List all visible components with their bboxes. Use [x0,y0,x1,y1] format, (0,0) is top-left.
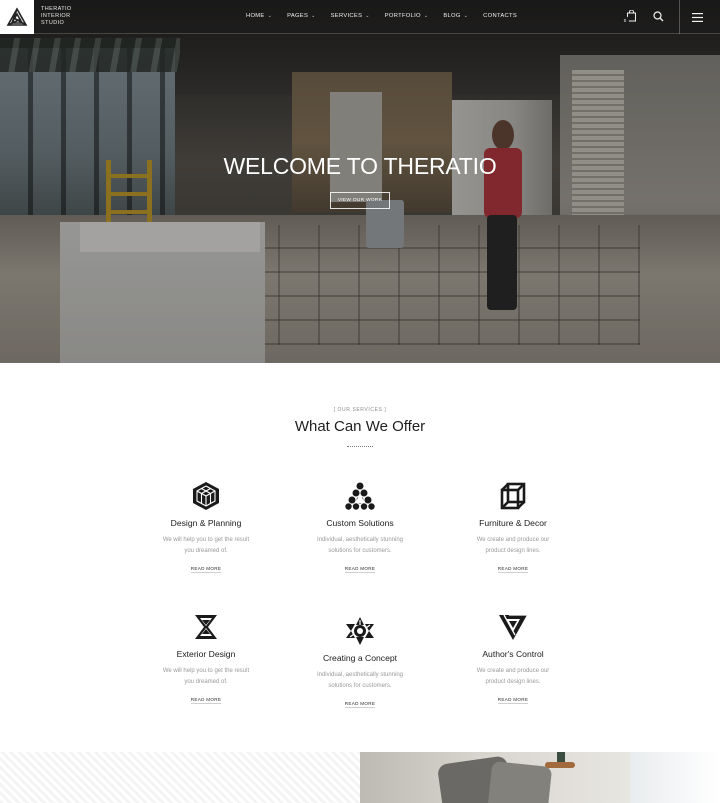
description-line: We will help you to get the result [162,668,250,674]
star-knot-icon [345,616,375,646]
service-card-design-planning: Design & Planning We will help you to ge… [136,481,276,575]
service-name: Author's Control [482,649,544,659]
site-header: THERATIO INTERIOR STUDIO HOME ⌄ PAGES ⌄ … [0,0,720,34]
header-icons: 0 [621,9,665,24]
logo[interactable] [0,0,34,34]
service-name: Design & Planning [170,518,242,528]
triangle-spheres-icon [345,481,375,511]
read-more-link[interactable]: READ MORE [344,701,376,708]
service-description: We create and produce our product design… [443,666,583,688]
photo-pillow [487,760,553,803]
interior-photo [360,752,630,803]
cart-count-badge: 0 [621,16,629,24]
service-name: Furniture & Decor [479,518,547,528]
main-nav: HOME ⌄ PAGES ⌄ SERVICES ⌄ PORTFOLIO ⌄ BL… [246,13,517,19]
hourglass-icon [191,612,221,642]
nav-item-portfolio[interactable]: PORTFOLIO ⌄ [385,13,429,19]
service-description: Individual, aesthetically stunning solut… [290,535,430,557]
service-card-creating-concept: Creating a Concept Individual, aesthetic… [290,616,430,710]
read-more-link[interactable]: READ MORE [344,566,376,573]
read-more-link[interactable]: READ MORE [190,697,222,704]
hero-banner [0,0,720,363]
description-line: you dreamed of. [184,679,228,685]
hero-title: WELCOME TO THERATIO [223,153,497,179]
view-our-work-button[interactable]: VIEW OUR WORK [330,192,390,209]
section-title: What Can We Offer [294,418,426,435]
search-icon [652,10,663,21]
section-kicker: [ OUR SERVICES ] [333,407,387,413]
nav-item-pages[interactable]: PAGES ⌄ [287,13,316,19]
service-card-custom-solutions: Custom Solutions Individual, aesthetical… [290,481,430,575]
service-name: Exterior Design [176,649,236,659]
chevron-down-icon: ⌄ [365,13,370,19]
photo-side-table [545,762,575,768]
description-line: product design lines. [485,548,541,554]
description-line: product design lines. [485,679,541,685]
nav-label: SERVICES [330,13,363,19]
logo-line-3: STUDIO [41,20,65,26]
nav-item-home[interactable]: HOME ⌄ [246,13,272,19]
description-line: Individual, aesthetically stunning [316,537,404,543]
service-description: We will help you to get the result you d… [136,666,276,688]
service-card-furniture-decor: Furniture & Decor We create and produce … [443,481,583,575]
triangle-knot-icon [498,612,528,642]
description-line: We will help you to get the result [162,537,250,543]
service-description: We create and produce our product design… [443,535,583,557]
description-line: you dreamed of. [184,548,228,554]
logo-text: THERATIO INTERIOR STUDIO [41,6,72,27]
read-more-link[interactable]: READ MORE [497,697,529,704]
chevron-down-icon: ⌄ [423,13,429,19]
nav-label: PORTFOLIO [384,13,421,19]
read-more-link[interactable]: READ MORE [190,566,222,573]
nav-label: HOME [246,13,265,19]
wire-cube-icon [498,481,528,511]
cube-grid-icon [191,481,221,511]
window-light-panel [630,752,720,803]
nav-label: CONTACTS [483,13,518,19]
description-line: solutions for customers. [328,683,392,689]
description-line: We create and produce our [476,537,550,543]
description-line: solutions for customers. [328,548,392,554]
chevron-down-icon: ⌄ [463,13,469,19]
service-name: Creating a Concept [322,653,398,663]
nav-label: PAGES [287,13,309,19]
logo-line-2: INTERIOR [41,13,71,19]
read-more-link[interactable]: READ MORE [497,566,529,573]
nav-item-contacts[interactable]: CONTACTS [483,13,517,19]
pattern-panel [0,752,360,803]
description-line: Individual, aesthetically stunning [316,672,404,678]
search-button[interactable] [651,9,665,23]
service-description: Individual, aesthetically stunning solut… [290,670,430,692]
title-divider [347,446,373,447]
service-card-authors-control: Author's Control We create and produce o… [443,612,583,706]
hero-overlay [0,0,720,363]
service-name: Custom Solutions [326,518,394,528]
cart-button[interactable]: 0 [621,9,638,24]
menu-button[interactable] [690,10,704,24]
service-description: We will help you to get the result you d… [136,535,276,557]
nav-label: BLOG [443,13,461,19]
hamburger-menu-icon [691,12,703,22]
chevron-down-icon: ⌄ [311,13,316,19]
service-card-exterior-design: Exterior Design We will help you to get … [136,612,276,706]
chevron-down-icon: ⌄ [267,13,273,19]
logo-line-1: THERATIO [41,6,72,12]
nav-item-blog[interactable]: BLOG ⌄ [443,13,468,19]
header-divider [679,0,680,34]
description-line: We create and produce our [476,668,550,674]
nav-item-services[interactable]: SERVICES ⌄ [331,13,370,19]
logo-icon [6,7,28,26]
